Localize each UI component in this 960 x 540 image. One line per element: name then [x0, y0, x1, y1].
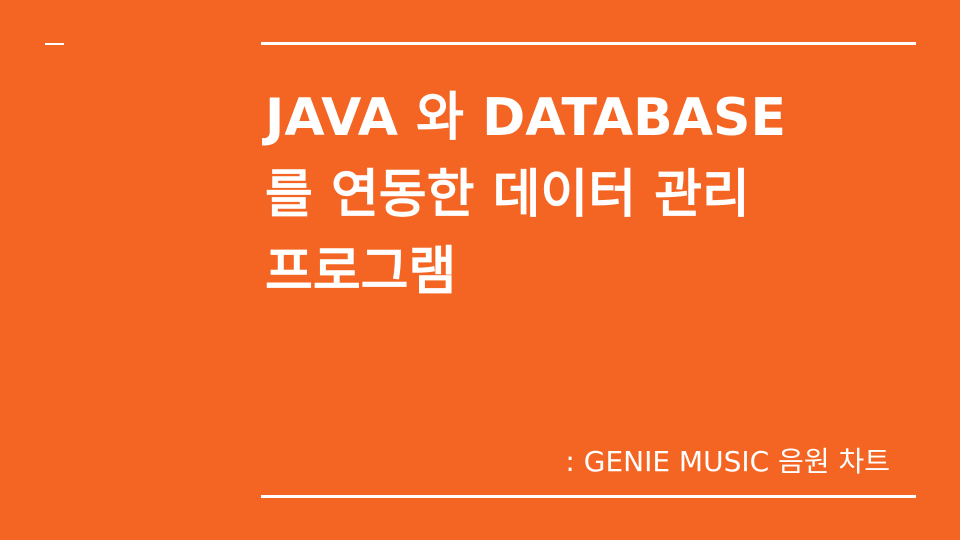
title-line: 프로그램 [265, 242, 457, 302]
title-line: 를 연동한 데이터 관리 [265, 165, 750, 225]
title-line: JAVA 와 DATABASE [265, 88, 786, 148]
slide-title: JAVA 와 DATABASE 를 연동한 데이터 관리 프로그램 [265, 80, 925, 311]
accent-dash [45, 43, 64, 45]
top-divider [261, 42, 916, 45]
slide-subtitle: : GENIE MUSIC 음원 차트 [565, 445, 890, 478]
bottom-divider [261, 495, 916, 498]
